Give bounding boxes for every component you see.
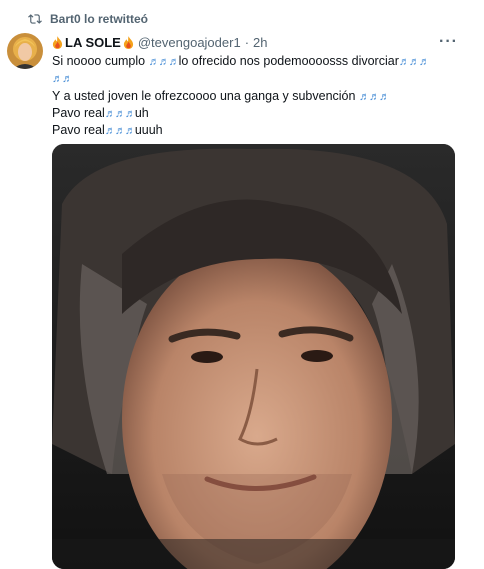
tweet-line: Y a usted joven le ofrezcoooo una ganga … <box>52 88 390 103</box>
retweet-banner[interactable]: Bart0 lo retwitteó <box>28 12 148 26</box>
tweet-line: ♬♬ <box>52 70 456 87</box>
music-note-icon: ♬♬♬ <box>104 125 136 138</box>
music-note-icon: ♬♬♬ <box>148 56 180 68</box>
author-display-name[interactable]: LA SOLE <box>65 35 121 50</box>
more-options-icon[interactable]: ··· <box>439 33 458 51</box>
author-handle[interactable]: @tevengoajoder1 <box>138 35 241 50</box>
tweet-time[interactable]: 2h <box>253 35 267 50</box>
face-photo <box>52 144 455 569</box>
tweet-text: Si noooo cumplo ♬♬♬lo ofrecido nos podem… <box>52 53 456 139</box>
tweet-header: LA SOLE @tevengoajoder1 · 2h <box>52 35 464 50</box>
fire-icon <box>52 36 63 49</box>
separator-dot: · <box>244 35 250 50</box>
music-note-icon: ♬♬♬ <box>358 90 390 103</box>
music-note-icon: ♬♬♬ <box>398 56 430 68</box>
tweet-media-image[interactable] <box>52 144 455 569</box>
music-note-icon: ♬♬ <box>52 73 73 86</box>
avatar[interactable] <box>7 33 43 69</box>
tweet-line: Pavo real♬♬♬uuuh <box>52 123 163 138</box>
tweet-line: Si noooo cumplo ♬♬♬lo ofrecido nos podem… <box>52 54 430 68</box>
retweet-text: Bart0 lo retwitteó <box>50 12 149 26</box>
tweet-line: Pavo real♬♬♬uh <box>52 105 149 120</box>
music-note-icon: ♬♬♬ <box>104 107 136 120</box>
fire-icon <box>123 36 133 49</box>
retweet-icon <box>28 14 42 24</box>
